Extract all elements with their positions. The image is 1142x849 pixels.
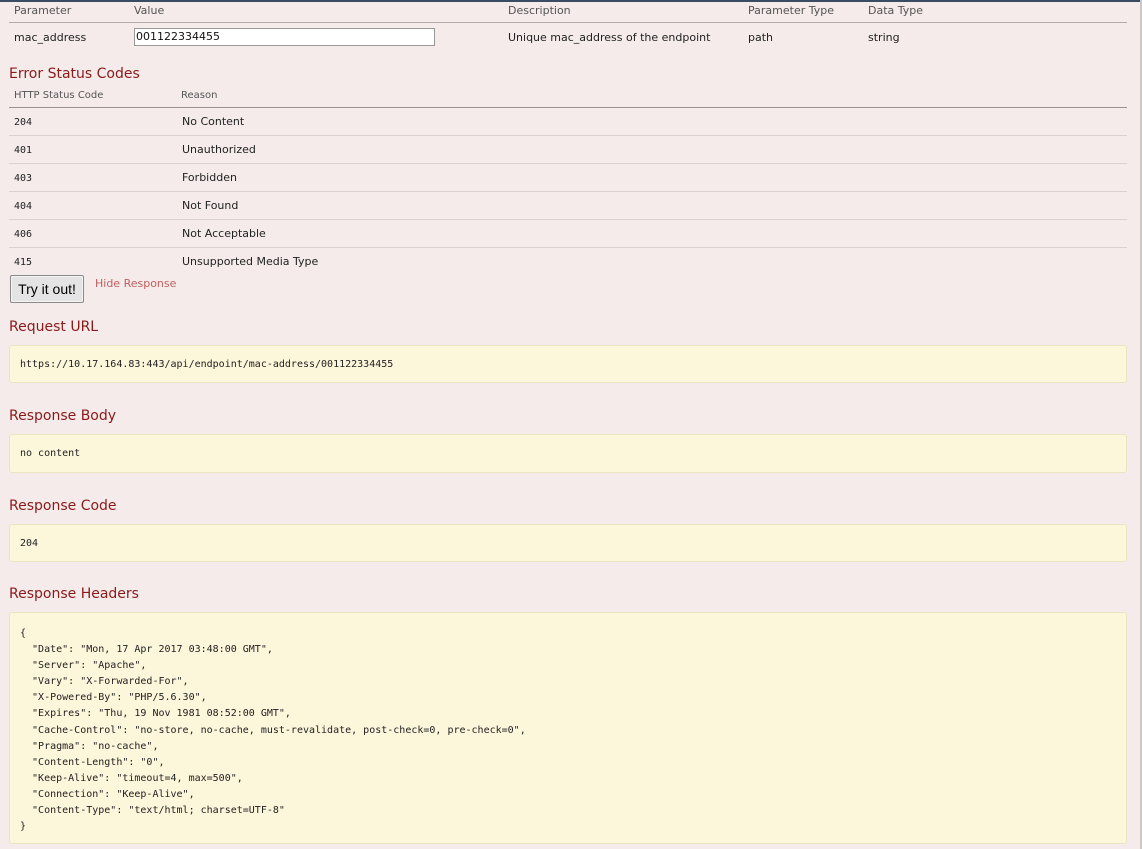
- response-headers-title: Response Headers: [9, 586, 139, 602]
- header-parameter-type: Parameter Type: [748, 4, 834, 17]
- table-row: 204 No Content: [9, 108, 1127, 136]
- response-body-value: no content: [20, 448, 81, 459]
- status-reason: Not Acceptable: [182, 227, 266, 240]
- response-code-box: 204: [9, 524, 1127, 562]
- response-body-title: Response Body: [9, 408, 117, 424]
- error-codes-table: HTTP Status Code Reason 204 No Content 4…: [9, 88, 1127, 275]
- response-headers-box: { "Date": "Mon, 17 Apr 2017 03:48:00 GMT…: [9, 612, 1127, 844]
- status-reason: Not Found: [182, 199, 239, 212]
- error-codes-title: Error Status Codes: [9, 66, 140, 82]
- response-code-title: Response Code: [9, 498, 117, 514]
- request-url-value: https://10.17.164.83:443/api/endpoint/ma…: [20, 359, 394, 370]
- parameters-header: Parameter Value Description Parameter Ty…: [9, 2, 1127, 23]
- table-row: 415 Unsupported Media Type: [9, 248, 1127, 275]
- error-codes-header: HTTP Status Code Reason: [9, 88, 1127, 108]
- hide-response-link[interactable]: Hide Response: [95, 277, 176, 290]
- table-row: 404 Not Found: [9, 192, 1127, 220]
- header-data-type: Data Type: [868, 4, 924, 17]
- parameter-name: mac_address: [14, 31, 87, 44]
- status-code: 404: [14, 201, 33, 212]
- response-body-box: no content: [9, 434, 1127, 473]
- status-code: 204: [14, 117, 33, 128]
- parameters-table: Parameter Value Description Parameter Ty…: [9, 2, 1127, 53]
- status-code: 415: [14, 257, 33, 268]
- parameter-data-type: string: [868, 31, 900, 44]
- table-row: 403 Forbidden: [9, 164, 1127, 192]
- parameter-row: mac_address Unique mac_address of the en…: [9, 23, 1127, 53]
- request-url-box: https://10.17.164.83:443/api/endpoint/ma…: [9, 345, 1127, 383]
- header-reason: Reason: [181, 90, 218, 101]
- header-http-status-code: HTTP Status Code: [14, 90, 104, 101]
- response-headers-value: { "Date": "Mon, 17 Apr 2017 03:48:00 GMT…: [20, 628, 526, 833]
- header-value: Value: [134, 4, 165, 17]
- parameter-description: Unique mac_address of the endpoint: [508, 31, 711, 44]
- table-row: 401 Unauthorized: [9, 136, 1127, 164]
- mac-address-input[interactable]: [134, 28, 435, 46]
- status-reason: No Content: [182, 115, 245, 128]
- parameter-type: path: [748, 31, 774, 44]
- status-reason: Unauthorized: [182, 143, 256, 156]
- header-description: Description: [508, 4, 571, 17]
- table-row: 406 Not Acceptable: [9, 220, 1127, 248]
- request-url-title: Request URL: [9, 319, 99, 335]
- status-code: 401: [14, 145, 33, 156]
- status-code: 403: [14, 173, 33, 184]
- status-code: 406: [14, 229, 33, 240]
- response-code-value: 204: [20, 538, 39, 549]
- try-it-out-button[interactable]: Try it out!: [10, 275, 84, 303]
- status-reason: Unsupported Media Type: [182, 255, 319, 268]
- header-parameter: Parameter: [14, 4, 72, 17]
- status-reason: Forbidden: [182, 171, 237, 184]
